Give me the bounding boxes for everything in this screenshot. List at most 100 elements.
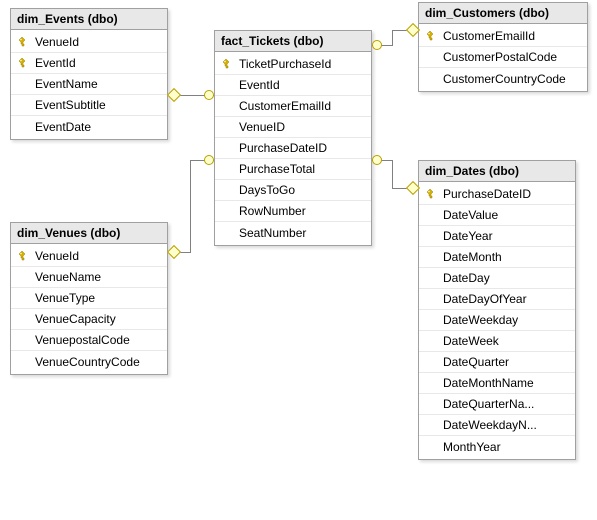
table-body: VenueId VenueName VenueType VenueCapacity Ve…: [11, 244, 167, 374]
column-name: PurchaseDateID: [441, 187, 531, 201]
column-name: DateWeekdayN...: [441, 418, 537, 432]
column-row[interactable]: TicketPurchaseId: [215, 54, 371, 75]
column-name: EventId: [237, 78, 280, 92]
column-name: CustomerEmailId: [441, 29, 535, 43]
column-name: DateQuarterNa...: [441, 397, 534, 411]
column-name: MonthYear: [441, 440, 501, 454]
column-row[interactable]: VenueCapacity: [11, 309, 167, 330]
column-row[interactable]: DateValue: [419, 205, 575, 226]
column-name: VenueID: [237, 120, 285, 134]
column-name: DateValue: [441, 208, 498, 222]
column-name: EventId: [33, 56, 76, 70]
column-name: DateQuarter: [441, 355, 509, 369]
column-name: RowNumber: [237, 204, 306, 218]
column-row[interactable]: DateMonthName: [419, 373, 575, 394]
column-name: DateMonth: [441, 250, 502, 264]
primary-key-icon: [15, 250, 33, 262]
column-name: DateDay: [441, 271, 490, 285]
column-row[interactable]: EventSubtitle: [11, 95, 167, 116]
column-row[interactable]: EventName: [11, 74, 167, 95]
relationship-line: [392, 160, 393, 188]
primary-key-icon: [15, 36, 33, 48]
column-row[interactable]: EventDate: [11, 116, 167, 137]
table-header: fact_Tickets (dbo): [215, 31, 371, 52]
primary-key-icon: [219, 58, 237, 70]
relationship-end-many-icon: [372, 155, 382, 165]
column-name: DaysToGo: [237, 183, 295, 197]
column-row[interactable]: VenueName: [11, 267, 167, 288]
column-row[interactable]: VenueId: [11, 246, 167, 267]
primary-key-icon: [423, 30, 441, 42]
column-row[interactable]: VenuepostalCode: [11, 330, 167, 351]
table-dim-venues[interactable]: dim_Venues (dbo) VenueId VenueName VenueTy…: [10, 222, 168, 375]
column-name: DateYear: [441, 229, 493, 243]
column-name: TicketPurchaseId: [237, 57, 331, 71]
column-row[interactable]: VenueId: [11, 32, 167, 53]
primary-key-icon: [423, 188, 441, 200]
column-name: PurchaseDateID: [237, 141, 327, 155]
column-row[interactable]: CustomerPostalCode: [419, 47, 587, 68]
column-row[interactable]: MonthYear: [419, 436, 575, 457]
column-row[interactable]: DateWeekdayN...: [419, 415, 575, 436]
column-row[interactable]: CustomerEmailId: [419, 26, 587, 47]
table-header: dim_Venues (dbo): [11, 223, 167, 244]
column-name: VenueId: [33, 35, 79, 49]
relationship-line: [190, 160, 191, 253]
relationship-end-one-icon: [167, 88, 181, 102]
column-name: VenueType: [33, 291, 95, 305]
column-name: EventName: [33, 77, 98, 91]
column-row[interactable]: VenueCountryCode: [11, 351, 167, 372]
table-body: PurchaseDateID DateValue DateYear DateMonth…: [419, 182, 575, 459]
column-row[interactable]: PurchaseTotal: [215, 159, 371, 180]
relationship-end-many-icon: [372, 40, 382, 50]
column-row[interactable]: VenueID: [215, 117, 371, 138]
column-row[interactable]: PurchaseDateID: [215, 138, 371, 159]
table-header: dim_Events (dbo): [11, 9, 167, 30]
column-row[interactable]: DateYear: [419, 226, 575, 247]
relationship-line: [392, 30, 393, 46]
column-name: DateMonthName: [441, 376, 534, 390]
column-name: EventSubtitle: [33, 98, 106, 112]
relationship-end-many-icon: [204, 155, 214, 165]
relationship-end-many-icon: [204, 90, 214, 100]
table-header: dim_Customers (dbo): [419, 3, 587, 24]
column-row[interactable]: DateMonth: [419, 247, 575, 268]
column-row[interactable]: RowNumber: [215, 201, 371, 222]
column-row[interactable]: EventId: [215, 75, 371, 96]
column-row[interactable]: DateQuarter: [419, 352, 575, 373]
column-row[interactable]: DateWeek: [419, 331, 575, 352]
table-body: TicketPurchaseId EventId CustomerEmailId Ve…: [215, 52, 371, 245]
column-name: DateDayOfYear: [441, 292, 527, 306]
table-dim-customers[interactable]: dim_Customers (dbo) CustomerEmailIdCusto…: [418, 2, 588, 92]
table-body: CustomerEmailId CustomerPostalCode Custome…: [419, 24, 587, 91]
table-body: VenueId EventId EventName EventSubtitle Even…: [11, 30, 167, 139]
column-name: PurchaseTotal: [237, 162, 315, 176]
relationship-end-one-icon: [167, 245, 181, 259]
column-name: VenueCountryCode: [33, 355, 140, 369]
column-row[interactable]: EventId: [11, 53, 167, 74]
column-row[interactable]: DaysToGo: [215, 180, 371, 201]
column-name: CustomerEmailId: [237, 99, 331, 113]
column-name: CustomerPostalCode: [441, 50, 557, 64]
column-row[interactable]: DateDayOfYear: [419, 289, 575, 310]
column-row[interactable]: DateQuarterNa...: [419, 394, 575, 415]
column-name: VenuepostalCode: [33, 333, 130, 347]
column-row[interactable]: PurchaseDateID: [419, 184, 575, 205]
primary-key-icon: [15, 57, 33, 69]
column-row[interactable]: DateWeekday: [419, 310, 575, 331]
column-row[interactable]: CustomerCountryCode: [419, 68, 587, 89]
column-row[interactable]: SeatNumber: [215, 222, 371, 243]
column-row[interactable]: VenueType: [11, 288, 167, 309]
column-name: CustomerCountryCode: [441, 72, 566, 86]
table-dim-dates[interactable]: dim_Dates (dbo) PurchaseDateID DateValue D…: [418, 160, 576, 460]
column-name: EventDate: [33, 120, 91, 134]
table-header: dim_Dates (dbo): [419, 161, 575, 182]
table-dim-events[interactable]: dim_Events (dbo) VenueId EventId EventName…: [10, 8, 168, 140]
column-row[interactable]: CustomerEmailId: [215, 96, 371, 117]
table-fact-tickets[interactable]: fact_Tickets (dbo) TicketPurchaseId Event…: [214, 30, 372, 246]
column-name: SeatNumber: [237, 226, 306, 240]
column-row[interactable]: DateDay: [419, 268, 575, 289]
column-name: VenueName: [33, 270, 101, 284]
column-name: VenueId: [33, 249, 79, 263]
column-name: DateWeekday: [441, 313, 518, 327]
